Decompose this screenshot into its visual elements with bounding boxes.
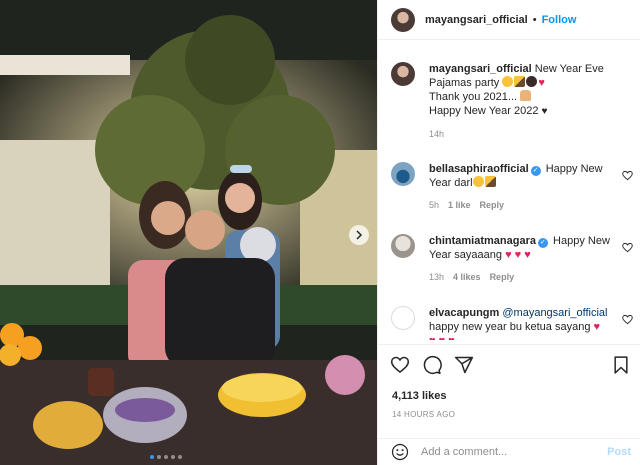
comment-text: Happy New — [545, 163, 603, 175]
black-heart-emoji-icon: ♥ — [541, 106, 548, 117]
chevron-right-icon — [356, 230, 363, 240]
comment-input[interactable] — [421, 446, 601, 458]
avatar[interactable] — [391, 162, 415, 186]
emoji-icon[interactable] — [391, 443, 409, 461]
caption-line-3: Thank you 2021... — [429, 91, 518, 103]
comment-mention[interactable]: @mayangsari_official — [502, 307, 607, 319]
comment-text: Happy New — [553, 235, 610, 247]
reply-button[interactable]: Reply — [490, 270, 515, 284]
caption: mayangsari_official New Year Eve Pajamas… — [391, 62, 617, 141]
comment-time[interactable]: 13h — [429, 270, 444, 284]
comment-item: bellasaphiraofficial ✓ Happy New Year dar… — [391, 162, 617, 212]
heart-icon[interactable] — [622, 242, 633, 253]
comment-item: chintamiatmanagara ✓ Happy New Year sayaa… — [391, 234, 617, 284]
like-heart-icon[interactable] — [390, 355, 410, 375]
verified-icon: ✓ — [530, 166, 541, 176]
comment-composer: Post — [378, 438, 640, 465]
share-icon[interactable] — [454, 355, 474, 375]
comment-item: elvacapungm @mayangsari_official happy n… — [391, 306, 617, 340]
comment-username[interactable]: chintamiatmanagara — [429, 235, 536, 247]
carousel-dot — [171, 455, 175, 459]
carousel-dot — [150, 455, 154, 459]
carousel-dot — [157, 455, 161, 459]
post-comment-button[interactable]: Post — [607, 446, 631, 458]
comment-likes[interactable]: 4 likes — [453, 270, 481, 284]
heart-icon[interactable] — [622, 314, 633, 325]
comment-time[interactable]: 5h — [429, 198, 439, 212]
caption-line-1: New Year Eve — [534, 63, 604, 75]
smile-emoji-icon — [472, 176, 484, 187]
reply-button[interactable]: Reply — [480, 198, 505, 212]
bookmark-icon[interactable] — [611, 355, 631, 375]
verified-icon: ✓ — [537, 238, 548, 248]
avatar[interactable] — [391, 62, 415, 86]
party-emoji-icon — [514, 76, 526, 87]
heart-icon[interactable] — [622, 170, 633, 181]
post-header: mayangsari_official • Follow — [378, 0, 640, 40]
comment-text-cont: Year darl — [429, 177, 473, 189]
smile-emoji-icon — [502, 76, 514, 87]
photo-scene — [0, 0, 377, 465]
caption-line-4: Happy New Year 2022 — [429, 105, 539, 117]
avatar[interactable] — [391, 306, 415, 330]
carousel-dot — [178, 455, 182, 459]
comment-username[interactable]: elvacapungm — [429, 307, 499, 319]
action-bar: 4,113 likes 14 HOURS AGO — [378, 344, 640, 438]
comment-icon[interactable] — [422, 355, 442, 375]
carousel-dot — [164, 455, 168, 459]
follow-button[interactable]: Follow — [542, 14, 577, 26]
next-photo-button[interactable] — [349, 225, 369, 245]
pray-emoji-icon — [520, 90, 532, 101]
caption-time[interactable]: 14h — [429, 127, 444, 141]
separator: • — [532, 13, 537, 26]
comment-text-cont: Year sayaaang — [429, 249, 502, 261]
comment-text: happy new year bu ketua sayang — [429, 321, 591, 333]
caption-line-2: Pajamas party — [429, 77, 500, 89]
ball-emoji-icon — [526, 76, 538, 87]
carousel-indicator — [150, 455, 182, 459]
post-username[interactable]: mayangsari_official — [425, 14, 528, 26]
avatar[interactable] — [391, 7, 415, 32]
party-emoji-icon — [484, 176, 496, 187]
comments-list[interactable]: mayangsari_official New Year Eve Pajamas… — [378, 56, 640, 340]
heart-emoji-icon: ♥ — [538, 77, 545, 89]
heart-emoji-icon: ♥ ♥ ♥ — [505, 249, 531, 261]
caption-username[interactable]: mayangsari_official — [429, 63, 532, 75]
avatar[interactable] — [391, 234, 415, 258]
heart-emoji-icon: ♥ — [593, 321, 601, 333]
like-count[interactable]: 4,113 likes — [392, 390, 446, 402]
post-photo[interactable] — [0, 0, 377, 465]
comment-likes[interactable]: 1 like — [448, 198, 471, 212]
comment-username[interactable]: bellasaphiraofficial — [429, 163, 529, 175]
heart-emoji-icon: ♥ ♥ ♥ — [429, 335, 455, 340]
post-time[interactable]: 14 HOURS AGO — [392, 410, 455, 419]
post-side-panel: mayangsari_official • Follow mayangsari_… — [377, 0, 640, 465]
